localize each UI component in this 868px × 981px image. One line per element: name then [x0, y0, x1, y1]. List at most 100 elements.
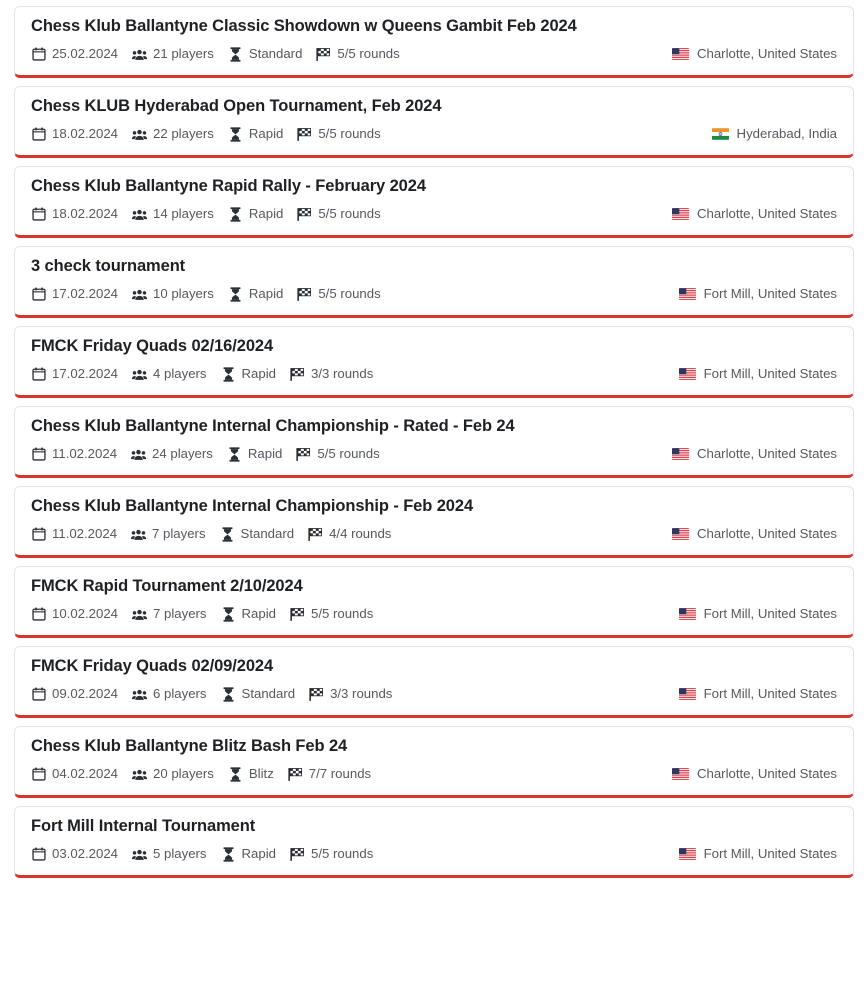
- meta-players: 24 players: [131, 445, 213, 463]
- meta-date: 17.02.2024: [31, 365, 118, 383]
- checkered-flag-icon: [316, 47, 331, 62]
- tournament-time-control: Rapid: [241, 846, 276, 861]
- tournament-players: 6 players: [153, 686, 207, 701]
- tournament-title[interactable]: Chess Klub Ballantyne Internal Champions…: [31, 496, 837, 516]
- tournament-card[interactable]: Chess Klub Ballantyne Classic Showdown w…: [14, 6, 854, 78]
- meta-players: 7 players: [132, 605, 207, 623]
- flag-united-states-icon: [671, 448, 689, 460]
- meta-players: 4 players: [132, 365, 207, 383]
- calendar-icon: [31, 47, 46, 62]
- tournament-location: Fort Mill, United States: [678, 685, 837, 703]
- tournament-location: Hyderabad, India: [711, 125, 837, 143]
- tournament-title[interactable]: 3 check tournament: [31, 256, 837, 276]
- tournament-title[interactable]: FMCK Rapid Tournament 2/10/2024: [31, 576, 837, 596]
- meta-date: 09.02.2024: [31, 685, 118, 703]
- tournament-date: 09.02.2024: [52, 686, 119, 701]
- hourglass-icon: [228, 766, 243, 782]
- tournament-time-control: Blitz: [248, 766, 274, 781]
- tournament-rounds: 5/5 rounds: [318, 126, 381, 141]
- users-icon: [131, 447, 147, 462]
- tournament-location-text: Fort Mill, United States: [703, 366, 837, 381]
- meta-time-control: Rapid: [228, 285, 283, 303]
- hourglass-icon: [228, 126, 243, 142]
- tournament-location: Charlotte, United States: [671, 525, 837, 543]
- checkered-flag-icon: [297, 287, 312, 302]
- meta-players: 5 players: [132, 845, 207, 863]
- flag-united-states-icon: [678, 288, 696, 300]
- tournament-meta: 10.02.2024 7 players Rapid 5/5 rounds Fo…: [31, 605, 837, 623]
- tournament-card[interactable]: Chess Klub Ballantyne Blitz Bash Feb 24 …: [14, 726, 854, 798]
- calendar-icon: [31, 847, 46, 862]
- tournament-title[interactable]: Fort Mill Internal Tournament: [31, 816, 837, 836]
- tournament-location: Charlotte, United States: [671, 765, 837, 783]
- meta-time-control: Blitz: [228, 765, 274, 783]
- tournament-location-text: Charlotte, United States: [696, 46, 837, 61]
- tournament-rounds: 5/5 rounds: [318, 286, 381, 301]
- calendar-icon: [31, 447, 46, 462]
- tournament-card[interactable]: FMCK Friday Quads 02/16/2024 17.02.2024: [14, 326, 854, 398]
- tournament-location-text: Charlotte, United States: [696, 766, 837, 781]
- tournament-card[interactable]: Chess Klub Ballantyne Internal Champions…: [14, 406, 854, 478]
- tournament-date: 10.02.2024: [52, 606, 119, 621]
- tournament-players: 20 players: [153, 766, 214, 781]
- tournament-meta: 11.02.2024 24 players Rapid 5/5 rounds C…: [31, 445, 837, 463]
- meta-rounds: 5/5 rounds: [297, 205, 381, 223]
- tournament-title[interactable]: FMCK Friday Quads 02/16/2024: [31, 336, 837, 356]
- meta-rounds: 4/4 rounds: [308, 525, 391, 543]
- meta-players: 7 players: [131, 525, 206, 543]
- tournament-players: 7 players: [152, 526, 206, 541]
- tournament-card[interactable]: Fort Mill Internal Tournament 03.02.2024: [14, 806, 854, 878]
- meta-date: 11.02.2024: [31, 445, 117, 463]
- tournament-date: 04.02.2024: [52, 766, 119, 781]
- flag-india-icon: [711, 128, 729, 140]
- users-icon: [132, 287, 148, 302]
- tournament-location-text: Charlotte, United States: [696, 526, 837, 541]
- tournament-card[interactable]: FMCK Rapid Tournament 2/10/2024 10.02.20…: [14, 566, 854, 638]
- tournament-rounds: 5/5 rounds: [337, 46, 400, 61]
- meta-rounds: 5/5 rounds: [316, 45, 400, 63]
- tournament-rounds: 5/5 rounds: [317, 446, 380, 461]
- tournament-location: Fort Mill, United States: [678, 285, 837, 303]
- meta-rounds: 5/5 rounds: [290, 845, 373, 863]
- meta-players: 14 players: [132, 205, 214, 223]
- meta-players: 6 players: [132, 685, 207, 703]
- meta-date: 18.02.2024: [31, 125, 118, 143]
- tournament-time-control: Rapid: [248, 286, 284, 301]
- meta-date: 04.02.2024: [31, 765, 118, 783]
- meta-rounds: 5/5 rounds: [290, 605, 373, 623]
- tournament-title[interactable]: FMCK Friday Quads 02/09/2024: [31, 656, 837, 676]
- tournament-date: 11.02.2024: [52, 446, 118, 461]
- tournament-time-control: Rapid: [248, 206, 284, 221]
- tournament-location: Fort Mill, United States: [678, 365, 837, 383]
- tournament-card[interactable]: FMCK Friday Quads 02/09/2024 09.02.2024: [14, 646, 854, 718]
- tournament-list-page: Chess Klub Ballantyne Classic Showdown w…: [0, 0, 868, 981]
- tournament-location-text: Fort Mill, United States: [703, 846, 837, 861]
- checkered-flag-icon: [288, 767, 303, 782]
- tournament-title[interactable]: Chess Klub Ballantyne Blitz Bash Feb 24: [31, 736, 837, 756]
- tournament-time-control: Rapid: [247, 446, 283, 461]
- tournament-location: Charlotte, United States: [671, 45, 837, 63]
- tournament-card[interactable]: Chess KLUB Hyderabad Open Tournament, Fe…: [14, 86, 854, 158]
- calendar-icon: [31, 367, 46, 382]
- meta-time-control: Standard: [220, 525, 294, 543]
- tournament-title[interactable]: Chess Klub Ballantyne Classic Showdown w…: [31, 16, 837, 36]
- tournament-rounds: 4/4 rounds: [329, 526, 392, 541]
- tournament-players: 14 players: [153, 206, 214, 221]
- hourglass-icon: [228, 286, 243, 302]
- tournament-card[interactable]: Chess Klub Ballantyne Rapid Rally - Febr…: [14, 166, 854, 238]
- hourglass-icon: [221, 606, 236, 622]
- meta-players: 10 players: [132, 285, 214, 303]
- tournament-rounds: 3/3 rounds: [330, 686, 393, 701]
- tournament-card[interactable]: 3 check tournament 17.02.2024 10 players…: [14, 246, 854, 318]
- tournament-title[interactable]: Chess Klub Ballantyne Rapid Rally - Febr…: [31, 176, 837, 196]
- hourglass-icon: [228, 46, 243, 62]
- tournament-title[interactable]: Chess KLUB Hyderabad Open Tournament, Fe…: [31, 96, 837, 116]
- calendar-icon: [31, 607, 46, 622]
- tournament-card[interactable]: Chess Klub Ballantyne Internal Champions…: [14, 486, 854, 558]
- meta-rounds: 3/3 rounds: [309, 685, 392, 703]
- tournament-time-control: Standard: [248, 46, 303, 61]
- tournament-location-text: Charlotte, United States: [696, 206, 837, 221]
- tournament-title[interactable]: Chess Klub Ballantyne Internal Champions…: [31, 416, 837, 436]
- meta-time-control: Standard: [221, 685, 295, 703]
- flag-united-states-icon: [678, 608, 696, 620]
